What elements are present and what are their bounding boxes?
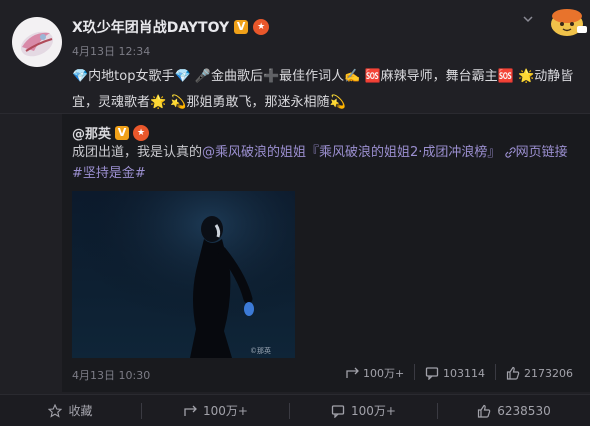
hashtag-link[interactable]: #坚持是金# [72,166,146,181]
comment-button[interactable]: 100万+ [290,395,437,426]
forward-icon [184,405,197,416]
action-bar: 收藏 100万+ 100万+ 6238530 [0,394,590,426]
like-icon [506,366,520,380]
post-time[interactable]: 4月13日 12:34 [72,43,150,59]
like-button[interactable]: 6238530 [438,395,590,426]
repost-like-count: 2173206 [524,366,573,380]
repost-photo[interactable]: ©那英 [72,191,295,358]
repost-text: 成团出道，我是认真的@乘风破浪的姐姐『乘风破浪的姐姐2·成团冲浪榜』 网页链接 … [72,142,577,184]
repost-comments[interactable]: 103114 [425,365,485,381]
mention-link[interactable]: @乘风破浪的姐姐 [202,145,306,160]
comment-icon [425,367,439,380]
weblink[interactable]: 网页链接 [504,145,568,160]
divider [414,364,415,380]
repost-author[interactable]: @那英 V ★ [72,123,150,142]
repost-likes[interactable]: 2173206 [506,365,573,381]
weibo-card: X玖少年团肖战DAYTOY V ★ 4月13日 12:34 💎内地top女歌手💎… [0,0,590,426]
collapse-chevron-icon[interactable] [522,13,534,25]
favorite-button[interactable]: 收藏 [0,395,141,426]
forward-count: 100万+ [203,404,248,418]
link-icon [504,147,516,158]
weblink-label[interactable]: 网页链接 [516,145,568,160]
verified-badge-icon: V [234,20,249,34]
like-count: 6238530 [497,403,551,418]
topic-link[interactable]: 『乘风破浪的姐姐2·成团冲浪榜』 [306,145,500,160]
divider [495,364,496,380]
repost-author-name[interactable]: @那英 [72,123,111,142]
like-icon [478,404,491,418]
forward-icon [346,367,359,378]
avatar[interactable] [12,17,62,67]
repost-time[interactable]: 4月13日 10:30 [72,367,150,383]
sticker-decoration [546,4,588,38]
repost-forward[interactable]: 100万+ [345,365,404,381]
verified-badge-icon: V [115,125,130,140]
medal-icon: ★ [133,124,150,141]
post-text: 💎内地top女歌手💎 🎤金曲歌后➕最佳作词人✍️ 🆘麻辣导师，舞台霸主🆘 🌟动静… [72,69,574,110]
medal-icon: ★ [253,19,270,35]
repost-comment-count: 103114 [443,366,485,380]
favorite-star-icon [48,403,63,418]
author-name[interactable]: X玖少年团肖战DAYTOY [72,17,229,37]
favorite-label: 收藏 [68,404,93,418]
forward-button[interactable]: 100万+ [142,395,289,426]
repost-plain-text: 成团出道，我是认真的 [72,145,203,160]
photo-watermark: ©那英 [250,346,271,355]
repost-forward-count: 100万+ [363,367,405,380]
comment-count: 100万+ [351,404,396,418]
comment-icon [331,404,345,418]
post-author[interactable]: X玖少年团肖战DAYTOY V ★ [72,17,270,37]
